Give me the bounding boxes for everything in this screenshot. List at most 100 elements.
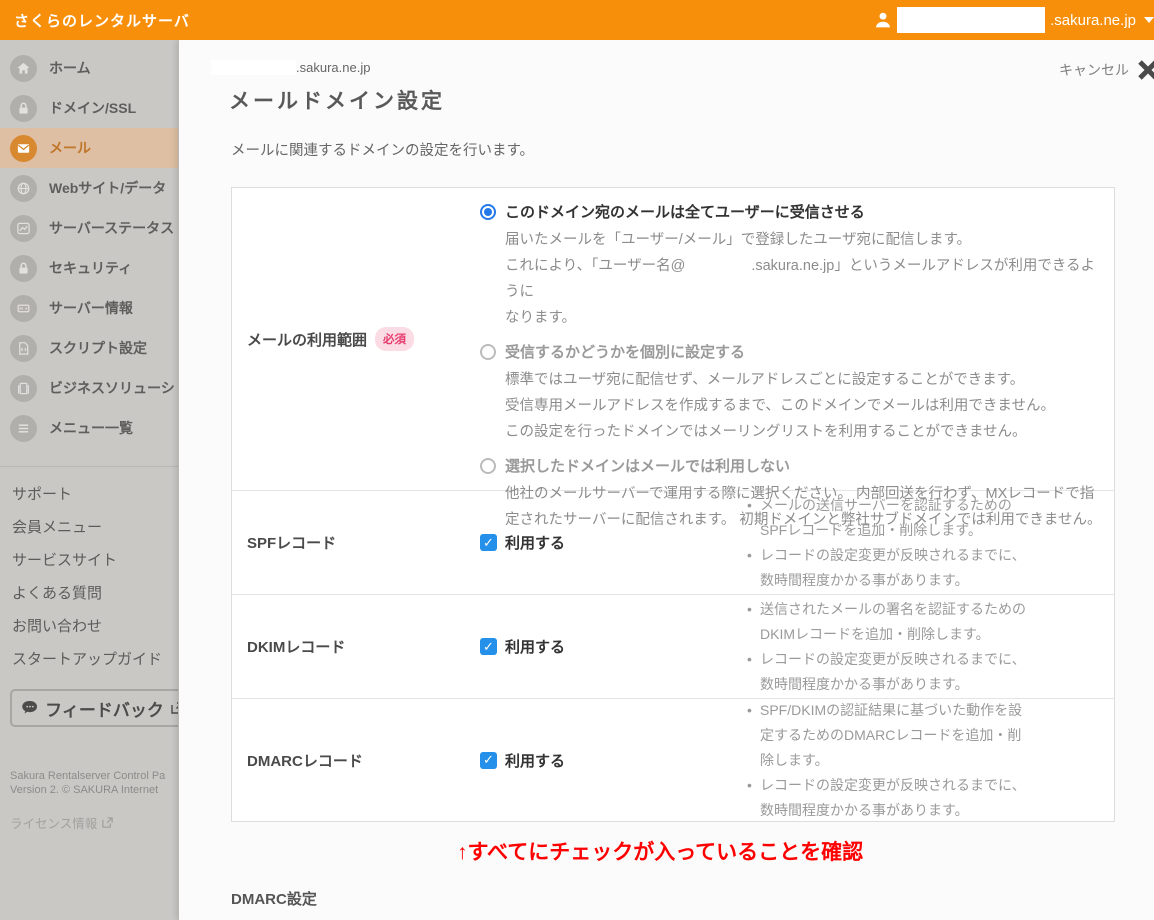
sidebar-divider: [0, 466, 178, 467]
sidebar-item-label: メニュー一覧: [49, 418, 133, 438]
desc-line: これにより、「ユーザー名@.sakura.ne.jp」というメールアドレスが利用…: [505, 253, 1106, 305]
sidebar-link-faq[interactable]: よくある質問: [0, 576, 178, 609]
spf-label: SPFレコード: [232, 491, 480, 594]
mail-domain-settings-panel: .sakura.ne.jp キャンセル メールドメイン設定 メールに関連するドメ…: [178, 40, 1154, 920]
footer-line-1: Sakura Rentalserver Control Pa: [10, 769, 178, 783]
page-description: メールに関連するドメインの設定を行います。: [231, 139, 1154, 160]
page-title: メールドメイン設定: [229, 85, 1154, 115]
dmarc-label: DMARCレコード: [232, 699, 480, 821]
option-no-mail-choice[interactable]: 選択したドメインはメールでは利用しない: [480, 455, 1106, 476]
radio-no-mail[interactable]: [480, 458, 496, 474]
mail-icon: [10, 135, 37, 162]
sidebar-item-home[interactable]: ホーム: [0, 48, 178, 88]
dmarc-checkbox-label: 利用する: [505, 750, 565, 771]
cancel-button[interactable]: キャンセル: [1059, 58, 1154, 82]
sidebar-item-security[interactable]: セキュリティ: [0, 248, 178, 288]
dmarc-section-title: DMARC設定: [231, 888, 317, 909]
sidebar-item-business-solution[interactable]: ビジネスソリューシ: [0, 368, 178, 408]
option-description: 標準ではユーザ宛に配信せず、メールアドレスごとに設定することができます。 受信専…: [505, 367, 1106, 445]
sidebar-item-script-settings[interactable]: スクリプト設定: [0, 328, 178, 368]
dkim-label: DKIMレコード: [232, 595, 480, 698]
redacted-domain-inline: [685, 260, 751, 270]
sidebar-item-label: サーバー情報: [49, 298, 133, 318]
script-icon: [10, 335, 37, 362]
domain-suffix: .sakura.ne.jp: [296, 60, 370, 75]
option-label: 選択したドメインはメールでは利用しない: [505, 455, 790, 476]
dmarc-notes: SPF/DKIMの認証結果に基づいた動作を設定するためのDMARCレコードを追加…: [745, 698, 1055, 823]
sidebar-links: サポート 会員メニュー サービスサイト よくある質問 お問い合わせ スタートアッ…: [0, 477, 178, 675]
option-receive-all-choice[interactable]: このドメイン宛のメールは全てユーザーに受信させる: [480, 201, 1106, 222]
mail-scope-label-cell: メールの利用範囲 必須: [232, 188, 480, 490]
sidebar-item-mail[interactable]: メール: [0, 128, 178, 168]
option-individual-choice[interactable]: 受信するかどうかを個別に設定する: [480, 341, 1106, 362]
security-icon: [10, 255, 37, 282]
desc-line: この設定を行ったドメインではメーリングリストを利用することができません。: [505, 419, 1106, 445]
option-individual: 受信するかどうかを個別に設定する 標準ではユーザ宛に配信せず、メールアドレスごと…: [480, 341, 1106, 445]
redacted-domain-name: [211, 60, 296, 75]
sidebar-item-domain-ssl[interactable]: ドメイン/SSL: [0, 88, 178, 128]
note-item: メールの送信サーバーを認証するためのSPFレコードを追加・削除します。: [745, 493, 1035, 543]
feedback-button[interactable]: フィードバック: [10, 689, 178, 727]
sidebar-item-server-info[interactable]: サーバー情報: [0, 288, 178, 328]
close-icon[interactable]: [1136, 58, 1154, 82]
sidebar: ホーム ドメイン/SSL メール Webサイト/データ: [0, 40, 178, 920]
business-icon: [10, 375, 37, 402]
license-link[interactable]: ライセンス情報: [10, 813, 178, 832]
desc-line: 標準ではユーザ宛に配信せず、メールアドレスごとに設定することができます。: [505, 367, 1106, 393]
user-icon: [874, 11, 892, 29]
sidebar-item-label: ホーム: [49, 58, 91, 78]
spf-use-checkbox[interactable]: [480, 534, 497, 551]
chevron-down-icon: [1144, 17, 1154, 23]
external-link-icon: [170, 701, 178, 715]
menu-list-icon: [10, 415, 37, 442]
cancel-label: キャンセル: [1059, 60, 1129, 80]
dkim-notes: 送信されたメールの署名を認証するためのDKIMレコードを追加・削除します。 レコ…: [745, 597, 1055, 697]
external-link-icon: [101, 816, 114, 829]
sidebar-item-label: セキュリティ: [49, 258, 132, 278]
footer-line-2: Version 2. © SAKURA Internet: [10, 783, 178, 797]
option-label: 受信するかどうかを個別に設定する: [505, 341, 745, 362]
sidebar-link-startup-guide[interactable]: スタートアップガイド: [0, 642, 178, 675]
account-domain-suffix: .sakura.ne.jp: [1050, 12, 1136, 29]
target-domain: .sakura.ne.jp: [211, 60, 1154, 75]
dkim-use-checkbox[interactable]: [480, 638, 497, 655]
dkim-checkbox-cell: 利用する: [480, 595, 745, 698]
mail-scope-label: メールの利用範囲: [247, 329, 367, 350]
sidebar-item-label: ドメイン/SSL: [49, 98, 136, 118]
sidebar-item-menu-list[interactable]: メニュー一覧: [0, 408, 178, 448]
web-icon: [10, 175, 37, 202]
radio-receive-all[interactable]: [480, 204, 496, 220]
domain-ssl-icon: [10, 95, 37, 122]
desc-line: 届いたメールを「ユーザー/メール」で登録したユーザ宛に配信します。: [505, 227, 1106, 253]
note-item: 送信されたメールの署名を認証するためのDKIMレコードを追加・削除します。: [745, 597, 1035, 647]
app-title: さくらのレンタルサーバ: [14, 10, 190, 31]
server-info-icon: [10, 295, 37, 322]
sidebar-footer-text: Sakura Rentalserver Control Pa Version 2…: [10, 769, 178, 797]
license-link-label: ライセンス情報: [10, 813, 97, 832]
sidebar-item-label: ビジネスソリューシ: [49, 378, 175, 398]
sidebar-link-member-menu[interactable]: 会員メニュー: [0, 510, 178, 543]
sidebar-item-label: サーバーステータス: [49, 218, 174, 238]
dkim-record-row: DKIMレコード 利用する 送信されたメールの署名を認証するためのDKIMレコー…: [232, 594, 1114, 698]
sidebar-link-support[interactable]: サポート: [0, 477, 178, 510]
radio-individual[interactable]: [480, 344, 496, 360]
desc-line: 受信専用メールアドレスを作成するまで、このドメインでメールは利用できません。: [505, 393, 1106, 419]
option-receive-all: このドメイン宛のメールは全てユーザーに受信させる 届いたメールを「ユーザー/メー…: [480, 201, 1106, 331]
sidebar-item-server-status[interactable]: サーバーステータス: [0, 208, 178, 248]
desc-line: なります。: [505, 305, 1106, 331]
dmarc-use-checkbox[interactable]: [480, 752, 497, 769]
mail-scope-row: メールの利用範囲 必須 このドメイン宛のメールは全てユーザーに受信させる 届いた…: [232, 188, 1114, 490]
sidebar-item-website-data[interactable]: Webサイト/データ: [0, 168, 178, 208]
spf-notes: メールの送信サーバーを認証するためのSPFレコードを追加・削除します。 レコード…: [745, 493, 1055, 593]
sidebar-link-service-site[interactable]: サービスサイト: [0, 543, 178, 576]
check-all-annotation: ↑すべてにチェックが入っていることを確認: [457, 836, 863, 866]
sidebar-item-label: スクリプト設定: [49, 338, 147, 358]
spf-checkbox-label: 利用する: [505, 532, 565, 553]
dmarc-checkbox-cell: 利用する: [480, 699, 745, 821]
sidebar-link-contact[interactable]: お問い合わせ: [0, 609, 178, 642]
mail-scope-options: このドメイン宛のメールは全てユーザーに受信させる 届いたメールを「ユーザー/メー…: [480, 188, 1114, 490]
option-description: 届いたメールを「ユーザー/メール」で登録したユーザ宛に配信します。 これにより、…: [505, 227, 1106, 331]
sidebar-item-label: Webサイト/データ: [49, 178, 166, 198]
account-menu[interactable]: .sakura.ne.jp: [874, 7, 1154, 33]
note-item: レコードの設定変更が反映されるまでに、数時間程度かかる事があります。: [745, 543, 1035, 593]
